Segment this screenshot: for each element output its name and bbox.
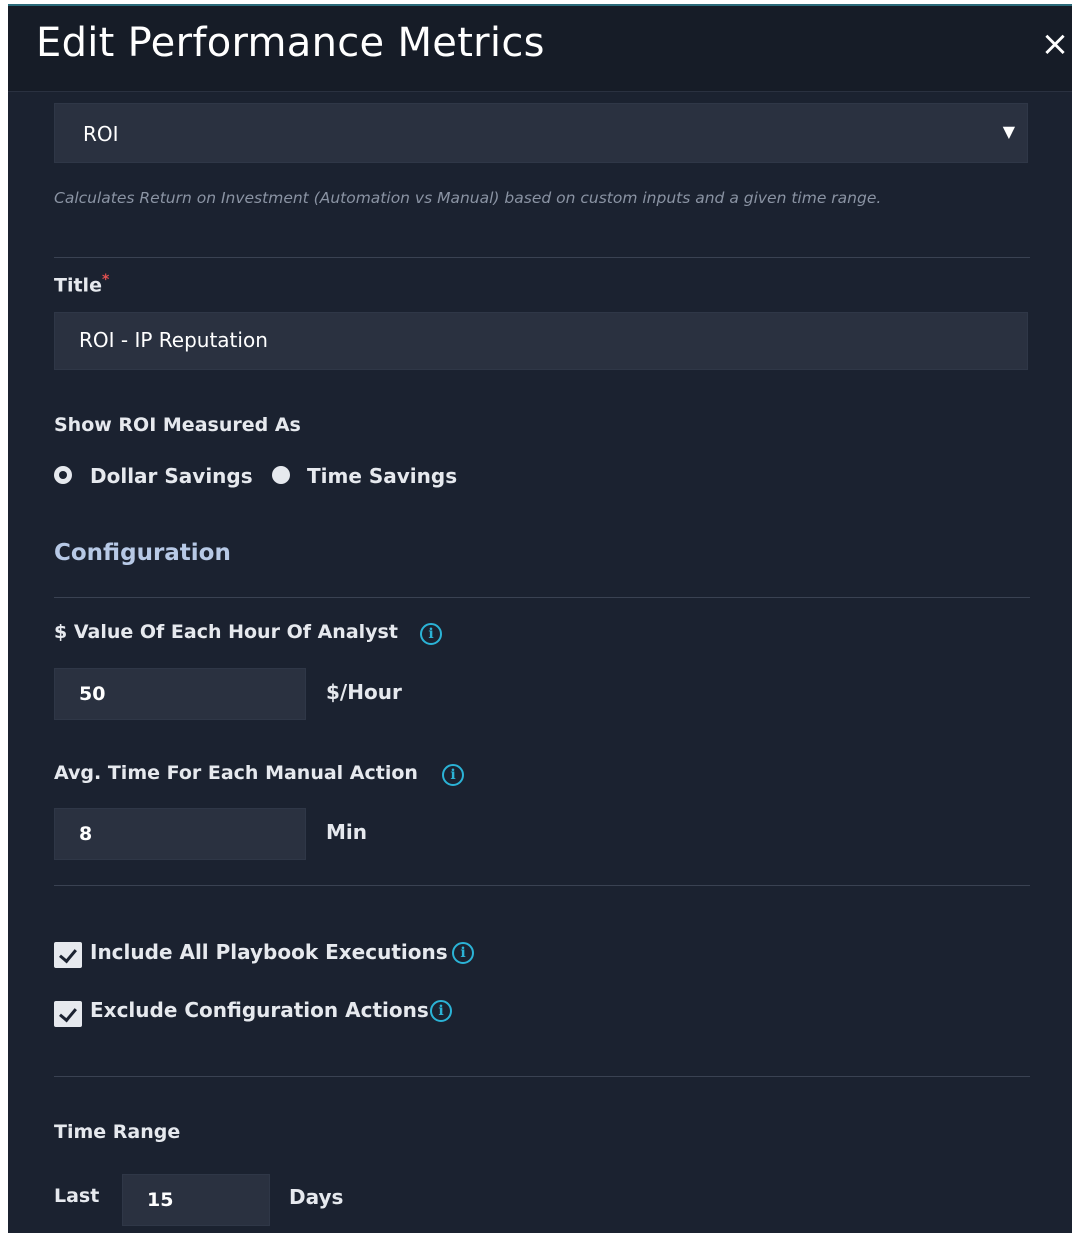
exclude-config-checkbox[interactable] bbox=[54, 1001, 82, 1027]
close-icon[interactable]: × bbox=[1038, 24, 1072, 64]
chevron-down-icon: ▼ bbox=[1002, 122, 1015, 141]
info-icon[interactable]: i bbox=[452, 942, 474, 964]
panel-title: Edit Performance Metrics bbox=[36, 20, 545, 66]
title-input-value: ROI - IP Reputation bbox=[79, 328, 268, 352]
title-input[interactable]: ROI - IP Reputation bbox=[54, 312, 1028, 370]
measure-label: Show ROI Measured As bbox=[54, 414, 301, 436]
title-label-text: Title bbox=[54, 274, 102, 297]
dollar-savings-radio[interactable] bbox=[54, 466, 72, 484]
edit-metrics-panel: Edit Performance Metrics × ROI ▼ Calcula… bbox=[8, 4, 1072, 1233]
divider bbox=[54, 597, 1030, 598]
configuration-heading: Configuration bbox=[54, 540, 231, 566]
info-icon[interactable]: i bbox=[420, 623, 442, 645]
metric-type-select[interactable]: ROI ▼ bbox=[54, 103, 1028, 163]
hour-value-label: $ Value Of Each Hour Of Analyst bbox=[54, 621, 398, 643]
divider bbox=[54, 1076, 1030, 1077]
avg-time-input-value: 8 bbox=[79, 823, 93, 845]
hour-value-input[interactable]: 50 bbox=[54, 668, 306, 720]
time-range-prefix: Last bbox=[54, 1185, 100, 1207]
divider bbox=[54, 257, 1030, 258]
avg-time-unit: Min bbox=[326, 820, 367, 844]
time-range-input[interactable]: 15 bbox=[122, 1174, 270, 1226]
divider bbox=[54, 885, 1030, 886]
include-all-checkbox[interactable] bbox=[54, 942, 82, 968]
panel-header: Edit Performance Metrics × bbox=[8, 6, 1072, 92]
time-range-unit: Days bbox=[289, 1185, 344, 1209]
time-range-input-value: 15 bbox=[147, 1189, 174, 1211]
hour-value-input-value: 50 bbox=[79, 683, 106, 705]
include-all-label[interactable]: Include All Playbook Executions bbox=[90, 940, 448, 964]
hour-value-unit: $/Hour bbox=[326, 680, 402, 704]
time-savings-radio[interactable] bbox=[272, 466, 290, 484]
dollar-savings-label[interactable]: Dollar Savings bbox=[90, 464, 253, 488]
info-icon[interactable]: i bbox=[442, 764, 464, 786]
avg-time-label: Avg. Time For Each Manual Action bbox=[54, 762, 418, 784]
exclude-config-label[interactable]: Exclude Configuration Actions bbox=[90, 998, 429, 1022]
info-icon[interactable]: i bbox=[430, 1000, 452, 1022]
time-savings-label[interactable]: Time Savings bbox=[307, 464, 457, 488]
time-range-label: Time Range bbox=[54, 1121, 181, 1143]
required-marker: * bbox=[101, 272, 110, 288]
title-label: Title* bbox=[54, 272, 109, 296]
avg-time-input[interactable]: 8 bbox=[54, 808, 306, 860]
metric-description: Calculates Return on Investment (Automat… bbox=[54, 189, 882, 207]
metric-type-value: ROI bbox=[83, 122, 119, 146]
